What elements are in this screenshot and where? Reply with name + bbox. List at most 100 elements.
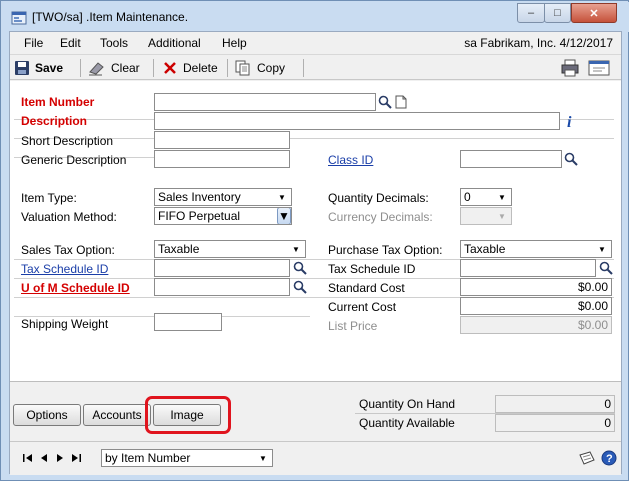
valuation-method-value: FIFO Perpetual xyxy=(158,209,241,223)
help-button[interactable]: ? xyxy=(601,450,617,466)
toolbar-separator xyxy=(80,59,81,77)
item-maintenance-window: [TWO/sa] .Item Maintenance. – □ ✕ File E… xyxy=(0,0,629,481)
client-area: File Edit Tools Additional Help sa Fabri… xyxy=(9,31,622,475)
maximize-button[interactable]: □ xyxy=(544,3,571,23)
dropdown-arrow-icon: ▼ xyxy=(598,244,606,254)
help-icon: ? xyxy=(601,450,617,466)
copy-icon xyxy=(235,60,250,76)
title-bar: [TWO/sa] .Item Maintenance. – □ ✕ xyxy=(2,2,629,32)
menu-additional[interactable]: Additional xyxy=(148,36,201,50)
sales-tax-schedule-link[interactable]: Tax Schedule ID xyxy=(21,262,108,276)
uofm-schedule-link[interactable]: U of M Schedule ID xyxy=(21,281,130,295)
printer-icon xyxy=(561,59,579,77)
sort-by-dropdown[interactable]: by Item Number ▼ xyxy=(101,449,273,467)
save-icon xyxy=(15,61,29,75)
class-id-input[interactable] xyxy=(460,150,562,168)
image-button-highlight xyxy=(145,396,231,434)
dropdown-arrow-icon: ▼ xyxy=(498,192,506,202)
magnifier-icon xyxy=(378,95,392,109)
window-note-icon xyxy=(588,60,610,76)
sales-tax-schedule-lookup-button[interactable] xyxy=(291,259,309,277)
note-window-button[interactable] xyxy=(588,58,610,78)
next-record-button[interactable] xyxy=(54,451,66,465)
toolbar-separator xyxy=(303,59,304,77)
quantity-decimals-label: Quantity Decimals: xyxy=(328,191,429,205)
sales-tax-option-dropdown[interactable]: Taxable ▼ xyxy=(154,240,306,258)
menu-file[interactable]: File xyxy=(24,36,43,50)
delete-button[interactable]: Delete xyxy=(162,58,218,78)
shipping-weight-input[interactable] xyxy=(154,313,222,331)
short-description-input[interactable] xyxy=(154,131,290,149)
quantity-decimals-value: 0 xyxy=(464,190,471,204)
purchase-tax-option-label: Purchase Tax Option: xyxy=(328,243,443,257)
last-record-icon xyxy=(72,454,81,462)
first-record-button[interactable] xyxy=(22,451,34,465)
purchase-tax-option-dropdown[interactable]: Taxable ▼ xyxy=(460,240,612,258)
purchase-tax-schedule-lookup-button[interactable] xyxy=(597,259,615,277)
first-record-icon xyxy=(23,454,32,462)
svg-text:i: i xyxy=(567,114,572,129)
info-icon: i xyxy=(567,114,572,129)
item-number-note-button[interactable] xyxy=(392,93,410,111)
magnifier-icon xyxy=(293,280,307,294)
note-icon xyxy=(579,451,595,465)
item-number-input[interactable] xyxy=(154,93,376,111)
list-price-label: List Price xyxy=(328,319,378,333)
generic-description-label: Generic Description xyxy=(21,153,127,167)
current-cost-input[interactable]: $0.00 xyxy=(460,297,612,315)
currency-decimals-label: Currency Decimals: xyxy=(328,210,433,224)
item-type-dropdown[interactable]: Sales Inventory ▼ xyxy=(154,188,292,206)
list-price-input[interactable]: $0.00 xyxy=(460,316,612,334)
description-input[interactable] xyxy=(154,112,560,130)
svg-text:?: ? xyxy=(606,453,613,465)
magnifier-icon xyxy=(293,261,307,275)
generic-description-input[interactable] xyxy=(154,150,290,168)
sales-tax-option-value: Taxable xyxy=(158,242,200,256)
delete-x-icon xyxy=(164,62,176,74)
quantity-on-hand-value: 0 xyxy=(495,395,615,413)
class-id-link[interactable]: Class ID xyxy=(328,153,373,167)
quantity-available-value: 0 xyxy=(495,414,615,432)
valuation-method-label: Valuation Method: xyxy=(21,210,117,224)
row-divider xyxy=(355,413,615,414)
last-record-button[interactable] xyxy=(70,451,82,465)
copy-button[interactable]: Copy xyxy=(234,58,285,78)
valuation-method-dropdown[interactable]: FIFO Perpetual ▼ xyxy=(154,207,292,225)
save-button[interactable]: Save xyxy=(14,58,63,78)
item-type-value: Sales Inventory xyxy=(158,190,241,204)
uofm-schedule-lookup-button[interactable] xyxy=(291,278,309,296)
app-icon xyxy=(11,11,27,25)
description-info-button[interactable]: i xyxy=(561,112,579,130)
class-id-lookup-button[interactable] xyxy=(562,150,580,168)
purchase-tax-schedule-input[interactable] xyxy=(460,259,596,277)
clear-button[interactable]: Clear xyxy=(88,58,140,78)
purchase-tax-schedule-label: Tax Schedule ID xyxy=(328,262,416,276)
toolbar-separator xyxy=(153,59,154,77)
sales-tax-option-label: Sales Tax Option: xyxy=(21,243,115,257)
accounts-button[interactable]: Accounts xyxy=(83,404,151,426)
magnifier-icon xyxy=(564,152,578,166)
menu-edit[interactable]: Edit xyxy=(60,36,81,50)
dropdown-arrow-icon: ▼ xyxy=(498,211,506,221)
close-button[interactable]: ✕ xyxy=(571,3,617,23)
menu-help[interactable]: Help xyxy=(222,36,247,50)
quantity-available-label: Quantity Available xyxy=(359,416,455,430)
uofm-schedule-input[interactable] xyxy=(154,278,290,296)
sales-tax-schedule-input[interactable] xyxy=(154,259,290,277)
menu-tools[interactable]: Tools xyxy=(100,36,128,50)
note-button[interactable] xyxy=(578,450,596,466)
standard-cost-input[interactable]: $0.00 xyxy=(460,278,612,296)
dropdown-arrow-icon: ▼ xyxy=(259,453,267,463)
options-button[interactable]: Options xyxy=(13,404,81,426)
short-description-label: Short Description xyxy=(21,134,114,148)
minimize-button[interactable]: – xyxy=(517,3,545,23)
shipping-weight-label: Shipping Weight xyxy=(21,317,109,331)
print-button[interactable] xyxy=(560,58,580,78)
currency-decimals-dropdown[interactable]: ▼ xyxy=(460,207,512,225)
delete-label: Delete xyxy=(183,61,218,75)
quantity-decimals-dropdown[interactable]: 0 ▼ xyxy=(460,188,512,206)
close-icon: ✕ xyxy=(589,7,599,20)
current-cost-label: Current Cost xyxy=(328,300,397,314)
previous-record-button[interactable] xyxy=(38,451,50,465)
next-record-icon xyxy=(57,454,63,462)
